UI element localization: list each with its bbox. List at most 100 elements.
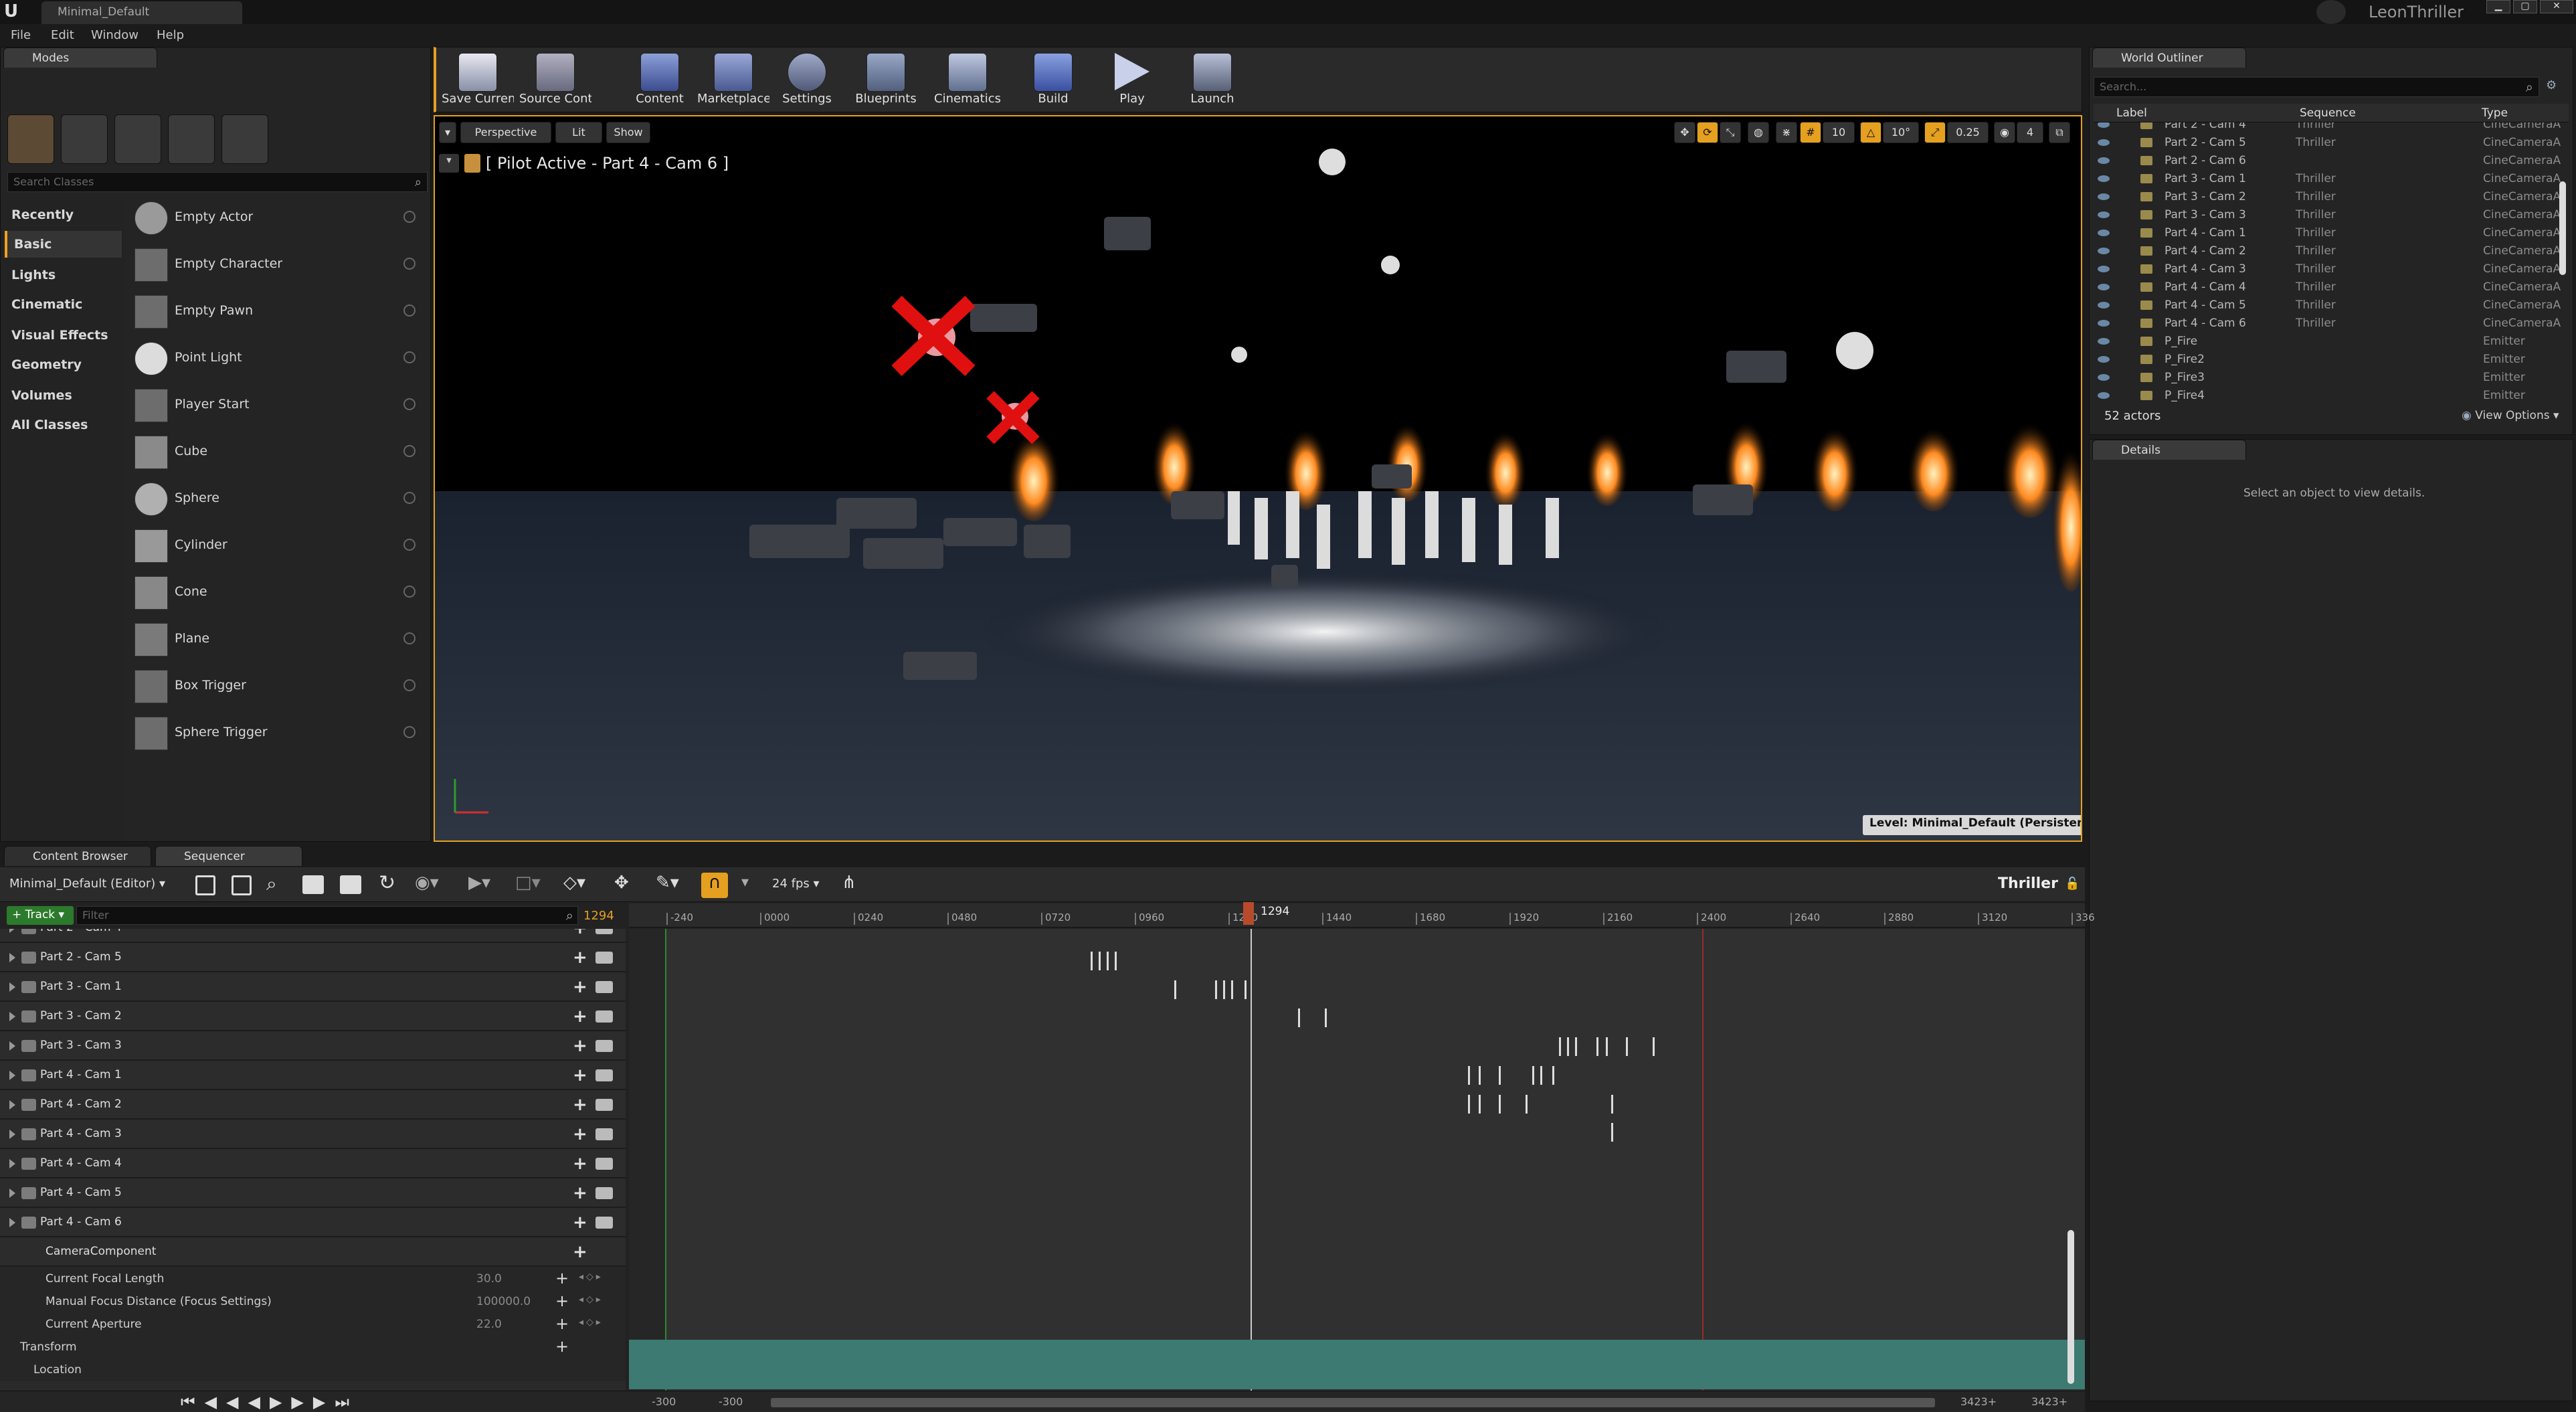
rotation-snap-value[interactable]: 10° xyxy=(1883,122,1919,143)
transform-row[interactable]: Transform + xyxy=(0,1336,626,1358)
key-nav-icon[interactable]: ◂◇▸ xyxy=(579,1317,604,1328)
outliner-row[interactable]: Part 4 - Cam 3 Thriller CineCameraA xyxy=(2094,260,2562,278)
track-filter-input[interactable]: Filter ⌕ xyxy=(76,906,578,925)
visibility-options-icon[interactable]: ◉▾ xyxy=(415,873,439,893)
playback-options-icon[interactable]: ▶▾ xyxy=(468,873,490,893)
eye-icon[interactable] xyxy=(2098,248,2110,254)
add-icon[interactable]: + xyxy=(573,1065,587,1085)
scale-snap-icon[interactable]: ⤢ xyxy=(1924,122,1946,143)
help-icon[interactable] xyxy=(403,492,416,504)
help-icon[interactable] xyxy=(403,445,416,457)
eye-icon[interactable] xyxy=(2098,338,2110,345)
marketplace-button[interactable]: Marketplace xyxy=(697,48,769,112)
menu-help[interactable]: Help xyxy=(157,28,184,42)
keyframe[interactable] xyxy=(1479,1066,1481,1085)
maximize-button[interactable]: ▢ xyxy=(2513,0,2537,13)
outliner-row[interactable]: Part 4 - Cam 5 Thriller CineCameraA xyxy=(2094,296,2562,315)
outliner-row[interactable]: Part 3 - Cam 3 Thriller CineCameraA xyxy=(2094,206,2562,224)
add-icon[interactable]: + xyxy=(573,1213,587,1233)
class-item[interactable]: Empty Character xyxy=(132,244,421,288)
level-viewport[interactable]: ▾ Perspective Lit Show ▾ [ Pilot Active … xyxy=(434,115,2082,842)
category-basic[interactable]: Basic xyxy=(5,231,122,258)
class-item[interactable]: Cube xyxy=(132,432,421,476)
add-icon[interactable]: + xyxy=(573,1154,587,1174)
maximize-viewport-icon[interactable]: ⧉ xyxy=(2049,122,2070,143)
keyframe[interactable] xyxy=(1115,952,1117,970)
camera-cut-icon[interactable] xyxy=(595,1010,613,1023)
playhead-marker[interactable] xyxy=(1243,902,1254,925)
expand-arrow-icon[interactable] xyxy=(9,953,15,962)
add-icon[interactable]: + xyxy=(573,1242,587,1262)
keyframe[interactable] xyxy=(1532,1066,1534,1085)
keyframe[interactable] xyxy=(1245,980,1247,999)
property-row[interactable]: Manual Focus Distance (Focus Settings) 10… xyxy=(0,1290,626,1313)
keyframe[interactable] xyxy=(1468,1095,1470,1114)
help-icon[interactable] xyxy=(403,586,416,598)
grid-snap-value[interactable]: 10 xyxy=(1823,122,1855,143)
outliner-row[interactable]: P_Fire4 Emitter xyxy=(2094,387,2562,405)
help-icon[interactable] xyxy=(403,304,416,317)
pilot-actor-icon[interactable] xyxy=(464,154,480,173)
category-visual-effects[interactable]: Visual Effects xyxy=(5,322,122,349)
eye-icon[interactable] xyxy=(2098,392,2110,399)
track-row[interactable]: Part 3 - Cam 3 + xyxy=(0,1032,626,1061)
property-value[interactable]: 22.0 xyxy=(476,1318,502,1331)
track-row[interactable]: Part 2 - Cam 4 + xyxy=(0,929,626,943)
class-item[interactable]: Player Start xyxy=(132,385,421,429)
menu-window[interactable]: Window xyxy=(91,28,139,42)
help-icon[interactable] xyxy=(403,351,416,363)
track-row[interactable]: Part 4 - Cam 6 + xyxy=(0,1209,626,1237)
track-row[interactable]: Part 4 - Cam 3 + xyxy=(0,1120,626,1149)
track-row[interactable]: Part 3 - Cam 2 + xyxy=(0,1002,626,1031)
outliner-scrollbar[interactable] xyxy=(2559,181,2566,275)
eye-icon[interactable] xyxy=(2098,302,2110,308)
modes-tab[interactable]: Modes xyxy=(3,48,157,68)
camera-cut-icon[interactable] xyxy=(595,981,613,993)
category-geometry[interactable]: Geometry xyxy=(5,351,122,378)
timeline-scrollbar[interactable] xyxy=(2067,1230,2074,1384)
level-dropdown[interactable]: Minimal_Default (Editor) ▾ xyxy=(9,877,165,891)
curve-editor-icon[interactable]: ⋔ xyxy=(842,873,856,893)
add-key-icon[interactable]: + xyxy=(555,1292,569,1310)
keyframe[interactable] xyxy=(1567,1037,1569,1056)
cinematics-button[interactable]: Cinematics xyxy=(931,48,1004,112)
outliner-row[interactable]: Part 2 - Cam 4 Thriller CineCameraA xyxy=(2094,122,2562,134)
rotate-tool-icon[interactable]: ⟳ xyxy=(1697,122,1718,143)
keyframe[interactable] xyxy=(1091,952,1093,970)
show-dropdown[interactable]: Show xyxy=(606,122,650,143)
eye-icon[interactable] xyxy=(2098,175,2110,182)
key-nav-icon[interactable]: ◂◇▸ xyxy=(579,1271,604,1282)
help-icon[interactable] xyxy=(403,679,416,691)
keyframe[interactable] xyxy=(1499,1066,1501,1085)
keyframe[interactable] xyxy=(1552,1066,1554,1085)
expand-arrow-icon[interactable] xyxy=(9,929,15,933)
track-row[interactable]: Part 4 - Cam 1 + xyxy=(0,1061,626,1090)
keyframe[interactable] xyxy=(1540,1066,1542,1085)
edit-tool-icon[interactable]: ✎▾ xyxy=(656,873,679,893)
category-recently-placed[interactable]: Recently Placed xyxy=(5,201,122,249)
build-button[interactable]: Build xyxy=(1017,48,1089,112)
eye-icon[interactable] xyxy=(2098,266,2110,272)
property-row[interactable]: Current Focal Length 30.0 + ◂◇▸ xyxy=(0,1267,626,1290)
view-range-end[interactable]: 3423+ xyxy=(1960,1395,1997,1408)
menu-edit[interactable]: Edit xyxy=(51,28,74,42)
expand-arrow-icon[interactable] xyxy=(9,1130,15,1139)
search-classes-input[interactable]: Search Classes ⌕ xyxy=(7,172,428,192)
notification-icon[interactable] xyxy=(2316,0,2346,24)
keyframe[interactable] xyxy=(1499,1095,1501,1114)
outliner-search-input[interactable]: Search... ⌕ xyxy=(2094,77,2539,97)
eye-icon[interactable] xyxy=(2098,284,2110,290)
keyframe[interactable] xyxy=(1606,1037,1608,1056)
add-icon[interactable]: + xyxy=(573,977,587,997)
eye-icon[interactable] xyxy=(2098,193,2110,200)
add-track-button[interactable]: + Track ▾ xyxy=(7,906,74,925)
help-icon[interactable] xyxy=(403,258,416,270)
help-icon[interactable] xyxy=(403,632,416,644)
world-outliner-tab[interactable]: World Outliner xyxy=(2092,48,2246,68)
category-cinematic[interactable]: Cinematic xyxy=(5,291,122,318)
keyframe[interactable] xyxy=(1231,980,1233,999)
search-icon[interactable]: ⌕ xyxy=(266,873,277,895)
camera-speed-value[interactable]: 4 xyxy=(2017,122,2043,143)
save-current-button[interactable]: Save Current xyxy=(442,48,514,112)
outliner-row[interactable]: Part 4 - Cam 1 Thriller CineCameraA xyxy=(2094,224,2562,242)
